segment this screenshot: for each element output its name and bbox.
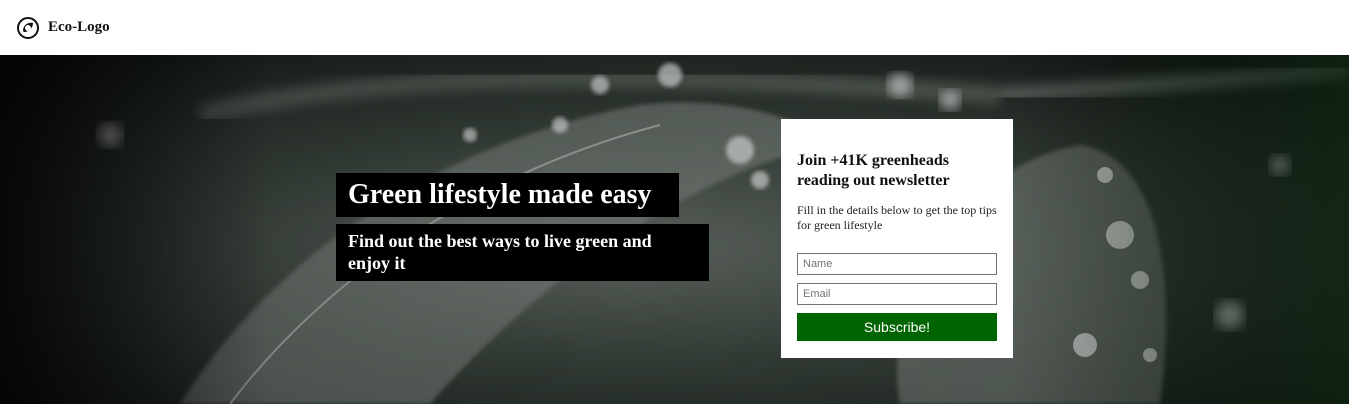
email-input[interactable] bbox=[797, 283, 997, 305]
newsletter-card: Join +41K greenheads reading out newslet… bbox=[781, 119, 1013, 358]
newsletter-description: Fill in the details below to get the top… bbox=[797, 203, 997, 232]
logo-text[interactable]: Eco-Logo bbox=[48, 19, 110, 36]
name-input[interactable] bbox=[797, 253, 997, 275]
hero-section: Green lifestyle made easy Find out the b… bbox=[0, 55, 1349, 404]
hero-subheadline: Find out the best ways to live green and… bbox=[336, 224, 709, 281]
site-header: Eco-Logo bbox=[0, 0, 1349, 55]
subscribe-button[interactable]: Subscribe! bbox=[797, 313, 997, 341]
newsletter-title: Join +41K greenheads reading out newslet… bbox=[797, 152, 950, 189]
eco-logo-icon[interactable] bbox=[16, 16, 40, 40]
hero-headline: Green lifestyle made easy bbox=[336, 173, 679, 217]
